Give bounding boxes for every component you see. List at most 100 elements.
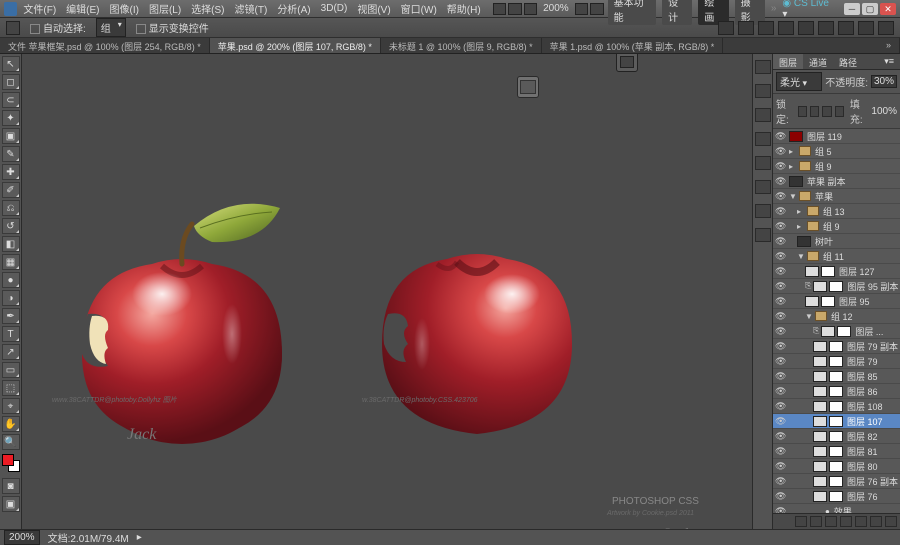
layer-row[interactable]: 👁●效果 bbox=[773, 504, 900, 513]
twisty-icon[interactable]: ▸ bbox=[789, 162, 797, 171]
layer-mask-thumbnail[interactable] bbox=[829, 401, 843, 412]
layer-thumbnail[interactable] bbox=[813, 476, 827, 487]
window-close-icon[interactable]: ✕ bbox=[880, 3, 896, 15]
visibility-icon[interactable]: 👁 bbox=[775, 341, 785, 351]
layer-thumbnail[interactable] bbox=[813, 371, 827, 382]
panel-icon[interactable] bbox=[620, 56, 634, 68]
menu-image[interactable]: 图像(I) bbox=[106, 0, 143, 18]
panel-icon-nav[interactable] bbox=[755, 108, 771, 122]
panel-icon-tools[interactable] bbox=[755, 228, 771, 242]
visibility-icon[interactable]: 👁 bbox=[775, 266, 785, 276]
tool-preset-icon[interactable] bbox=[6, 21, 20, 35]
hand-tool-icon[interactable]: ✋ bbox=[2, 416, 20, 432]
layer-row[interactable]: 👁树叶 bbox=[773, 234, 900, 249]
history-brush-tool-icon[interactable]: ↺ bbox=[2, 218, 20, 234]
align-icon[interactable] bbox=[858, 21, 874, 35]
foreground-color[interactable] bbox=[2, 454, 14, 466]
cslive-button[interactable]: ◉ CS Live ▾ bbox=[782, 0, 832, 20]
heal-tool-icon[interactable]: ✚ bbox=[2, 164, 20, 180]
app-icon[interactable] bbox=[4, 2, 17, 16]
zoom-field[interactable]: 200% bbox=[4, 530, 40, 545]
align-icon[interactable] bbox=[878, 21, 894, 35]
layer-name[interactable]: 组 5 bbox=[813, 145, 832, 158]
layer-name[interactable]: 图层 108 bbox=[845, 400, 883, 413]
shape-tool-icon[interactable]: ▭ bbox=[2, 362, 20, 378]
align-icon[interactable] bbox=[798, 21, 814, 35]
layer-mask-thumbnail[interactable] bbox=[829, 341, 843, 352]
menu-filter[interactable]: 滤镜(T) bbox=[231, 0, 272, 18]
visibility-icon[interactable]: 👁 bbox=[775, 386, 785, 396]
layer-thumbnail[interactable] bbox=[805, 296, 819, 307]
zoom-select[interactable]: 200% bbox=[543, 3, 569, 14]
zoom-tool-icon[interactable]: 🔍 bbox=[2, 434, 20, 450]
layer-mask-thumbnail[interactable] bbox=[837, 326, 851, 337]
layer-mask-thumbnail[interactable] bbox=[829, 431, 843, 442]
layer-row[interactable]: 👁▸组 13 bbox=[773, 204, 900, 219]
panel-icon-char[interactable] bbox=[755, 180, 771, 194]
lock-position-icon[interactable] bbox=[810, 106, 819, 117]
visibility-icon[interactable]: 👁 bbox=[775, 491, 785, 501]
mb-icon-2[interactable] bbox=[508, 3, 521, 15]
workspace-basic[interactable]: 基本功能 bbox=[608, 0, 657, 25]
link-layers-icon[interactable] bbox=[795, 516, 807, 527]
panel-icon-para[interactable] bbox=[755, 204, 771, 218]
document-tab[interactable]: 文件 苹果框架.psd @ 100% (图层 254, RGB/8) * bbox=[0, 38, 210, 53]
visibility-icon[interactable]: 👁 bbox=[775, 461, 785, 471]
new-group-icon[interactable] bbox=[855, 516, 867, 527]
layer-thumbnail[interactable] bbox=[813, 431, 827, 442]
wand-tool-icon[interactable]: ✦ bbox=[2, 110, 20, 126]
layer-mask-thumbnail[interactable] bbox=[829, 491, 843, 502]
layer-row[interactable]: 👁图层 119 bbox=[773, 129, 900, 144]
menu-3d[interactable]: 3D(D) bbox=[317, 1, 352, 16]
layer-mask-thumbnail[interactable] bbox=[821, 296, 835, 307]
layer-row[interactable]: 👁图层 79 bbox=[773, 354, 900, 369]
panel-menu-icon[interactable]: ▾≡ bbox=[878, 54, 900, 69]
layer-row[interactable]: 👁⎘图层 ... bbox=[773, 324, 900, 339]
layer-thumbnail[interactable] bbox=[813, 446, 827, 457]
crop-tool-icon[interactable]: ▣ bbox=[2, 128, 20, 144]
visibility-icon[interactable]: 👁 bbox=[775, 506, 785, 513]
visibility-icon[interactable]: 👁 bbox=[775, 191, 785, 201]
layer-mask-thumbnail[interactable] bbox=[829, 281, 843, 292]
3d-tool-icon[interactable]: ⬚ bbox=[2, 380, 20, 396]
panel-icon-brush[interactable] bbox=[755, 60, 771, 74]
visibility-icon[interactable]: 👁 bbox=[775, 296, 785, 306]
status-chevron-icon[interactable]: ▸ bbox=[137, 532, 142, 543]
layer-name[interactable]: 图层 127 bbox=[837, 265, 875, 278]
dodge-tool-icon[interactable]: ◑ bbox=[2, 290, 20, 306]
layer-mask-thumbnail[interactable] bbox=[829, 371, 843, 382]
visibility-icon[interactable]: 👁 bbox=[775, 281, 785, 291]
layer-mask-thumbnail[interactable] bbox=[829, 416, 843, 427]
layer-mask-thumbnail[interactable] bbox=[829, 356, 843, 367]
opacity-input[interactable]: 30% bbox=[871, 75, 897, 88]
layer-style-icon[interactable] bbox=[810, 516, 822, 527]
menu-view[interactable]: 视图(V) bbox=[353, 0, 394, 18]
widget-icon[interactable] bbox=[520, 80, 536, 94]
layer-row[interactable]: 👁图层 95 bbox=[773, 294, 900, 309]
layer-row[interactable]: 👁▼组 11 bbox=[773, 249, 900, 264]
3d-camera-tool-icon[interactable]: ⌖ bbox=[2, 398, 20, 414]
layer-name[interactable]: 组 12 bbox=[829, 310, 853, 323]
layer-row[interactable]: 👁图层 76 副本 bbox=[773, 474, 900, 489]
workspace-design[interactable]: 设计 bbox=[662, 0, 692, 25]
lock-pixels-icon[interactable] bbox=[798, 106, 807, 117]
visibility-icon[interactable]: 👁 bbox=[775, 371, 785, 381]
document-tab[interactable]: 未标题 1 @ 100% (图层 9, RGB/8) * bbox=[381, 38, 542, 53]
align-icon[interactable] bbox=[738, 21, 754, 35]
tab-layers[interactable]: 图层 bbox=[773, 54, 803, 69]
panel-icon-history[interactable] bbox=[755, 156, 771, 170]
layer-thumbnail[interactable] bbox=[813, 491, 827, 502]
layers-list[interactable]: 👁图层 119👁▸组 5👁▸组 9👁苹果 副本👁▼苹果👁▸组 13👁▸组 9👁树… bbox=[773, 129, 900, 513]
layer-thumbnail[interactable] bbox=[813, 386, 827, 397]
align-icon[interactable] bbox=[818, 21, 834, 35]
layer-row[interactable]: 👁苹果 副本 bbox=[773, 174, 900, 189]
layer-name[interactable]: 图层 80 bbox=[845, 460, 878, 473]
layer-row[interactable]: 👁图层 81 bbox=[773, 444, 900, 459]
visibility-icon[interactable]: 👁 bbox=[775, 356, 785, 366]
mb-icon-5[interactable] bbox=[590, 3, 603, 15]
twisty-icon[interactable]: ▼ bbox=[797, 252, 805, 261]
layer-thumbnail[interactable] bbox=[813, 281, 827, 292]
document-tab[interactable]: 苹果.psd @ 200% (图层 107, RGB/8) * bbox=[210, 38, 381, 53]
path-tool-icon[interactable]: ↗ bbox=[2, 344, 20, 360]
layer-name[interactable]: 图层 119 bbox=[805, 130, 842, 143]
